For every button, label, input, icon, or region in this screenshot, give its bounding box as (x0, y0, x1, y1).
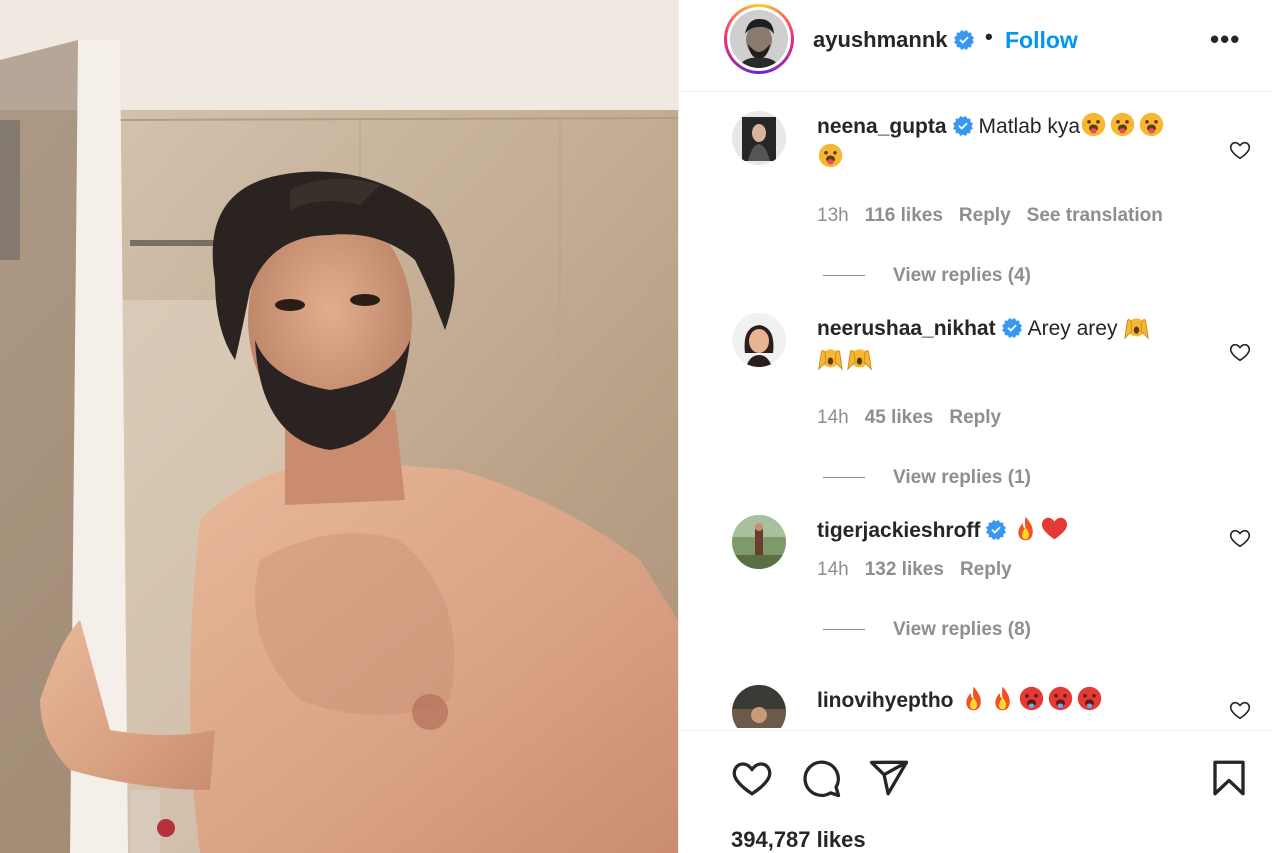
fire-emoji-icon (994, 686, 1010, 711)
comment-text: neerushaa_nikhat Arey arey (817, 313, 1237, 375)
fire-emoji-icon (1018, 516, 1034, 541)
hot-face-emoji-icon (1048, 686, 1072, 711)
follow-button[interactable]: Follow (1005, 27, 1078, 54)
comment-likes[interactable]: 132 likes (865, 559, 944, 580)
verified-badge-icon (986, 520, 1007, 540)
verified-badge-icon (953, 30, 974, 50)
comment-like-heart-icon[interactable] (1229, 527, 1251, 549)
comment-like-heart-icon[interactable] (1229, 139, 1251, 161)
screaming-hands-emoji-icon (847, 349, 872, 371)
more-options-icon[interactable]: ••• (1210, 24, 1240, 55)
view-replies-button[interactable]: View replies (1) (823, 467, 1031, 489)
commenter-avatar[interactable] (732, 515, 786, 569)
tongue-face-emoji-icon (1081, 112, 1106, 137)
commenter-avatar[interactable] (732, 313, 786, 367)
comment-username[interactable]: neerushaa_nikhat (817, 317, 996, 340)
share-icon[interactable] (868, 757, 910, 799)
comment-meta: 14h 45 likes Reply (817, 407, 1017, 429)
hot-face-emoji-icon (1077, 686, 1101, 711)
reply-button[interactable]: Reply (949, 407, 1001, 428)
comment-username[interactable]: neena_gupta (817, 115, 947, 138)
fire-emoji-icon (965, 686, 981, 711)
tongue-face-emoji-icon (818, 143, 843, 168)
comment-likes[interactable]: 116 likes (865, 205, 943, 226)
post-like-count[interactable]: 394,787 likes (731, 827, 866, 853)
reply-button[interactable]: Reply (960, 559, 1012, 580)
bookmark-icon[interactable] (1208, 757, 1250, 799)
comment-meta: 14h 132 likes Reply (817, 559, 1028, 581)
comment-list: neena_gupta Matlab kya 13h 116 likes Reply S… (678, 93, 1274, 728)
screaming-hands-emoji-icon (1124, 318, 1150, 340)
post-image (0, 0, 678, 853)
commenter-avatar[interactable] (732, 111, 786, 165)
comment-time[interactable]: 14h (817, 407, 849, 428)
red-heart-emoji-icon (1042, 517, 1068, 540)
author-avatar[interactable] (724, 4, 794, 74)
comment-like-heart-icon[interactable] (1229, 699, 1251, 721)
comment-text: neena_gupta Matlab kya (817, 111, 1237, 173)
comment-time[interactable]: 13h (817, 205, 849, 226)
comments-panel: ayushmannk • Follow ••• neena_gupta Matla… (678, 0, 1280, 853)
author-avatar-image (730, 10, 788, 68)
post-photo[interactable] (0, 0, 678, 853)
tongue-face-emoji-icon (1139, 112, 1164, 137)
view-replies-label: View replies (4) (893, 265, 1031, 286)
comment-likes[interactable]: 45 likes (865, 407, 934, 428)
screaming-hands-emoji-icon (818, 349, 843, 371)
comment-icon[interactable] (800, 757, 842, 799)
view-replies-button[interactable]: View replies (4) (823, 265, 1031, 287)
verified-badge-icon (1001, 318, 1022, 338)
post-actions: 394,787 likes (678, 730, 1274, 853)
comment-text: linovihyeptho (817, 685, 1237, 716)
reply-button[interactable]: Reply (959, 205, 1011, 226)
comment-body: Arey arey (1027, 317, 1118, 340)
comment-username[interactable]: tigerjackieshroff (817, 519, 980, 542)
commenter-avatar[interactable] (732, 685, 786, 728)
comment-body: Matlab kya (978, 115, 1081, 138)
author-username-label: ayushmannk (813, 27, 948, 52)
comment-text: tigerjackieshroff (817, 515, 1237, 546)
author-username[interactable]: ayushmannk (813, 27, 974, 53)
comment-meta: 13h 116 likes Reply See translation (817, 205, 1179, 227)
see-translation-button[interactable]: See translation (1027, 205, 1163, 226)
post-header: ayushmannk • Follow ••• (678, 0, 1274, 92)
comment-username[interactable]: linovihyeptho (817, 689, 954, 712)
tongue-face-emoji-icon (1110, 112, 1135, 137)
view-replies-label: View replies (8) (893, 619, 1031, 640)
heart-icon[interactable] (731, 757, 773, 799)
header-separator: • (985, 24, 993, 49)
view-replies-button[interactable]: View replies (8) (823, 619, 1031, 641)
hot-face-emoji-icon (1019, 686, 1043, 711)
view-replies-label: View replies (1) (893, 467, 1031, 488)
comment-time[interactable]: 14h (817, 559, 849, 580)
comment-like-heart-icon[interactable] (1229, 341, 1251, 363)
verified-badge-icon (952, 116, 973, 136)
